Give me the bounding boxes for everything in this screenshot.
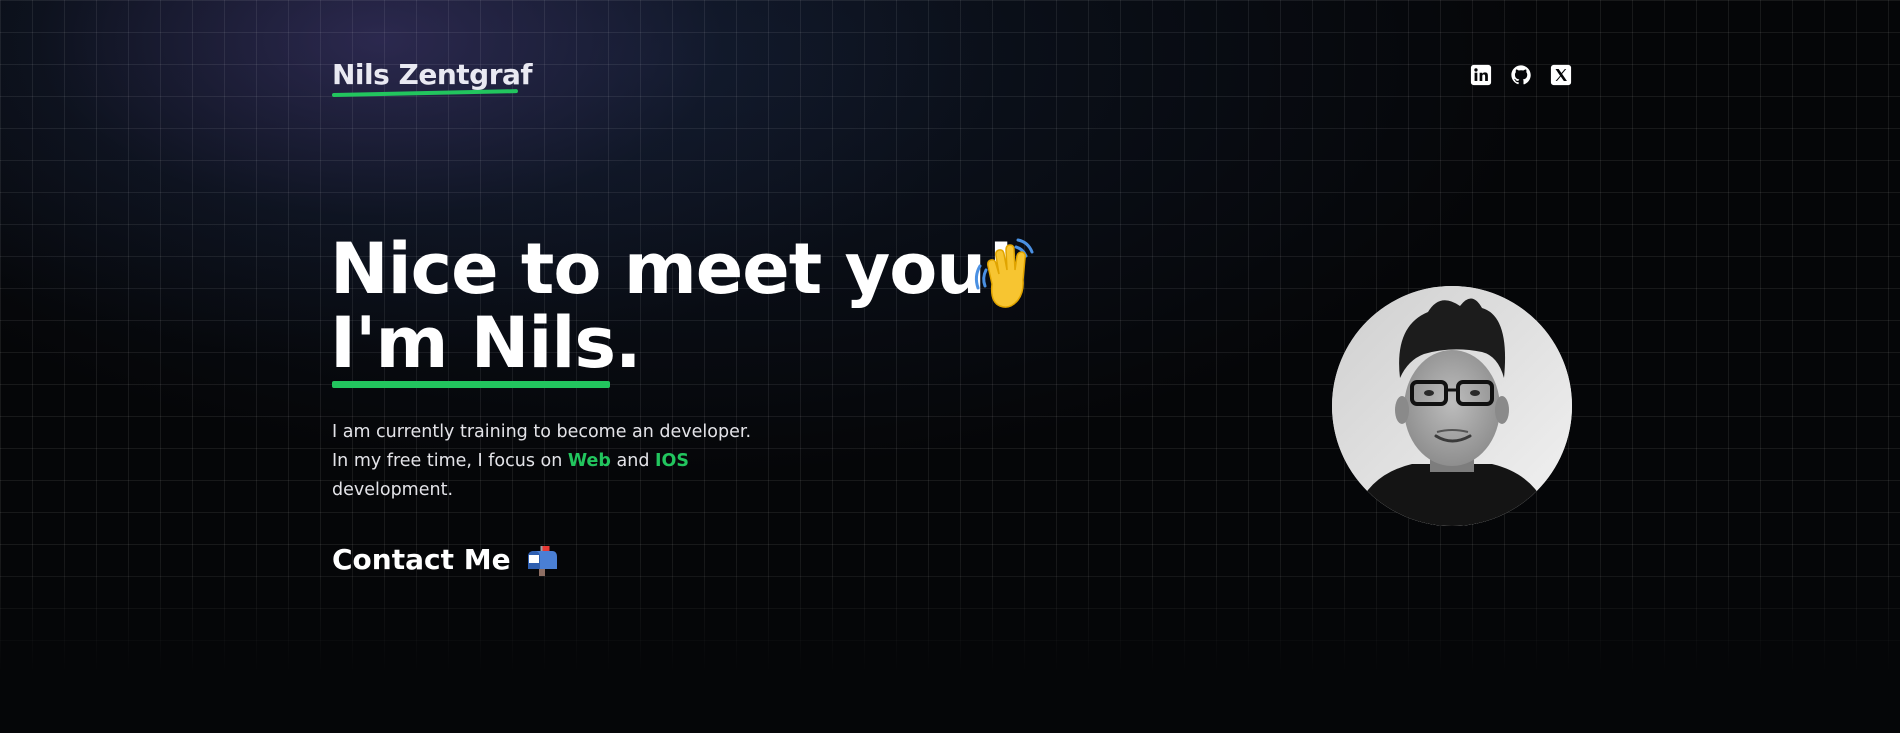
mailbox-icon	[527, 545, 557, 576]
waving-hand-icon	[974, 238, 1034, 308]
contact-label: Contact Me	[332, 543, 511, 576]
github-icon	[1511, 65, 1531, 85]
intro-and: and	[616, 451, 650, 471]
name-underline	[332, 381, 610, 388]
intro-line2-prefix: In my free time, I focus on	[332, 451, 563, 471]
site-logo[interactable]: Nils Zentgraf	[332, 58, 533, 91]
contact-me-link[interactable]: Contact Me	[332, 543, 559, 576]
intro-text: I am currently training to become an dev…	[332, 418, 751, 505]
social-links	[1470, 64, 1572, 86]
x-twitter-link[interactable]	[1550, 64, 1572, 86]
bottom-fade	[0, 560, 1900, 733]
github-link[interactable]	[1510, 64, 1532, 86]
highlight-web: Web	[567, 451, 611, 471]
hero-title-line1: Nice to meet you!	[330, 228, 1017, 310]
highlight-ios: IOS	[655, 451, 690, 471]
hero-title-line2: I'm Nils.	[330, 302, 642, 384]
x-twitter-icon	[1550, 64, 1572, 86]
linkedin-icon	[1470, 64, 1492, 86]
intro-line3: development.	[332, 480, 454, 500]
intro-line1: I am currently training to become an dev…	[332, 422, 752, 442]
profile-photo	[1332, 286, 1572, 526]
linkedin-link[interactable]	[1470, 64, 1492, 86]
intro-line2: In my free time, I focus on Web and IOS	[332, 447, 751, 476]
hero-heading: Nice to meet you! I'm Nils.	[330, 232, 1017, 384]
